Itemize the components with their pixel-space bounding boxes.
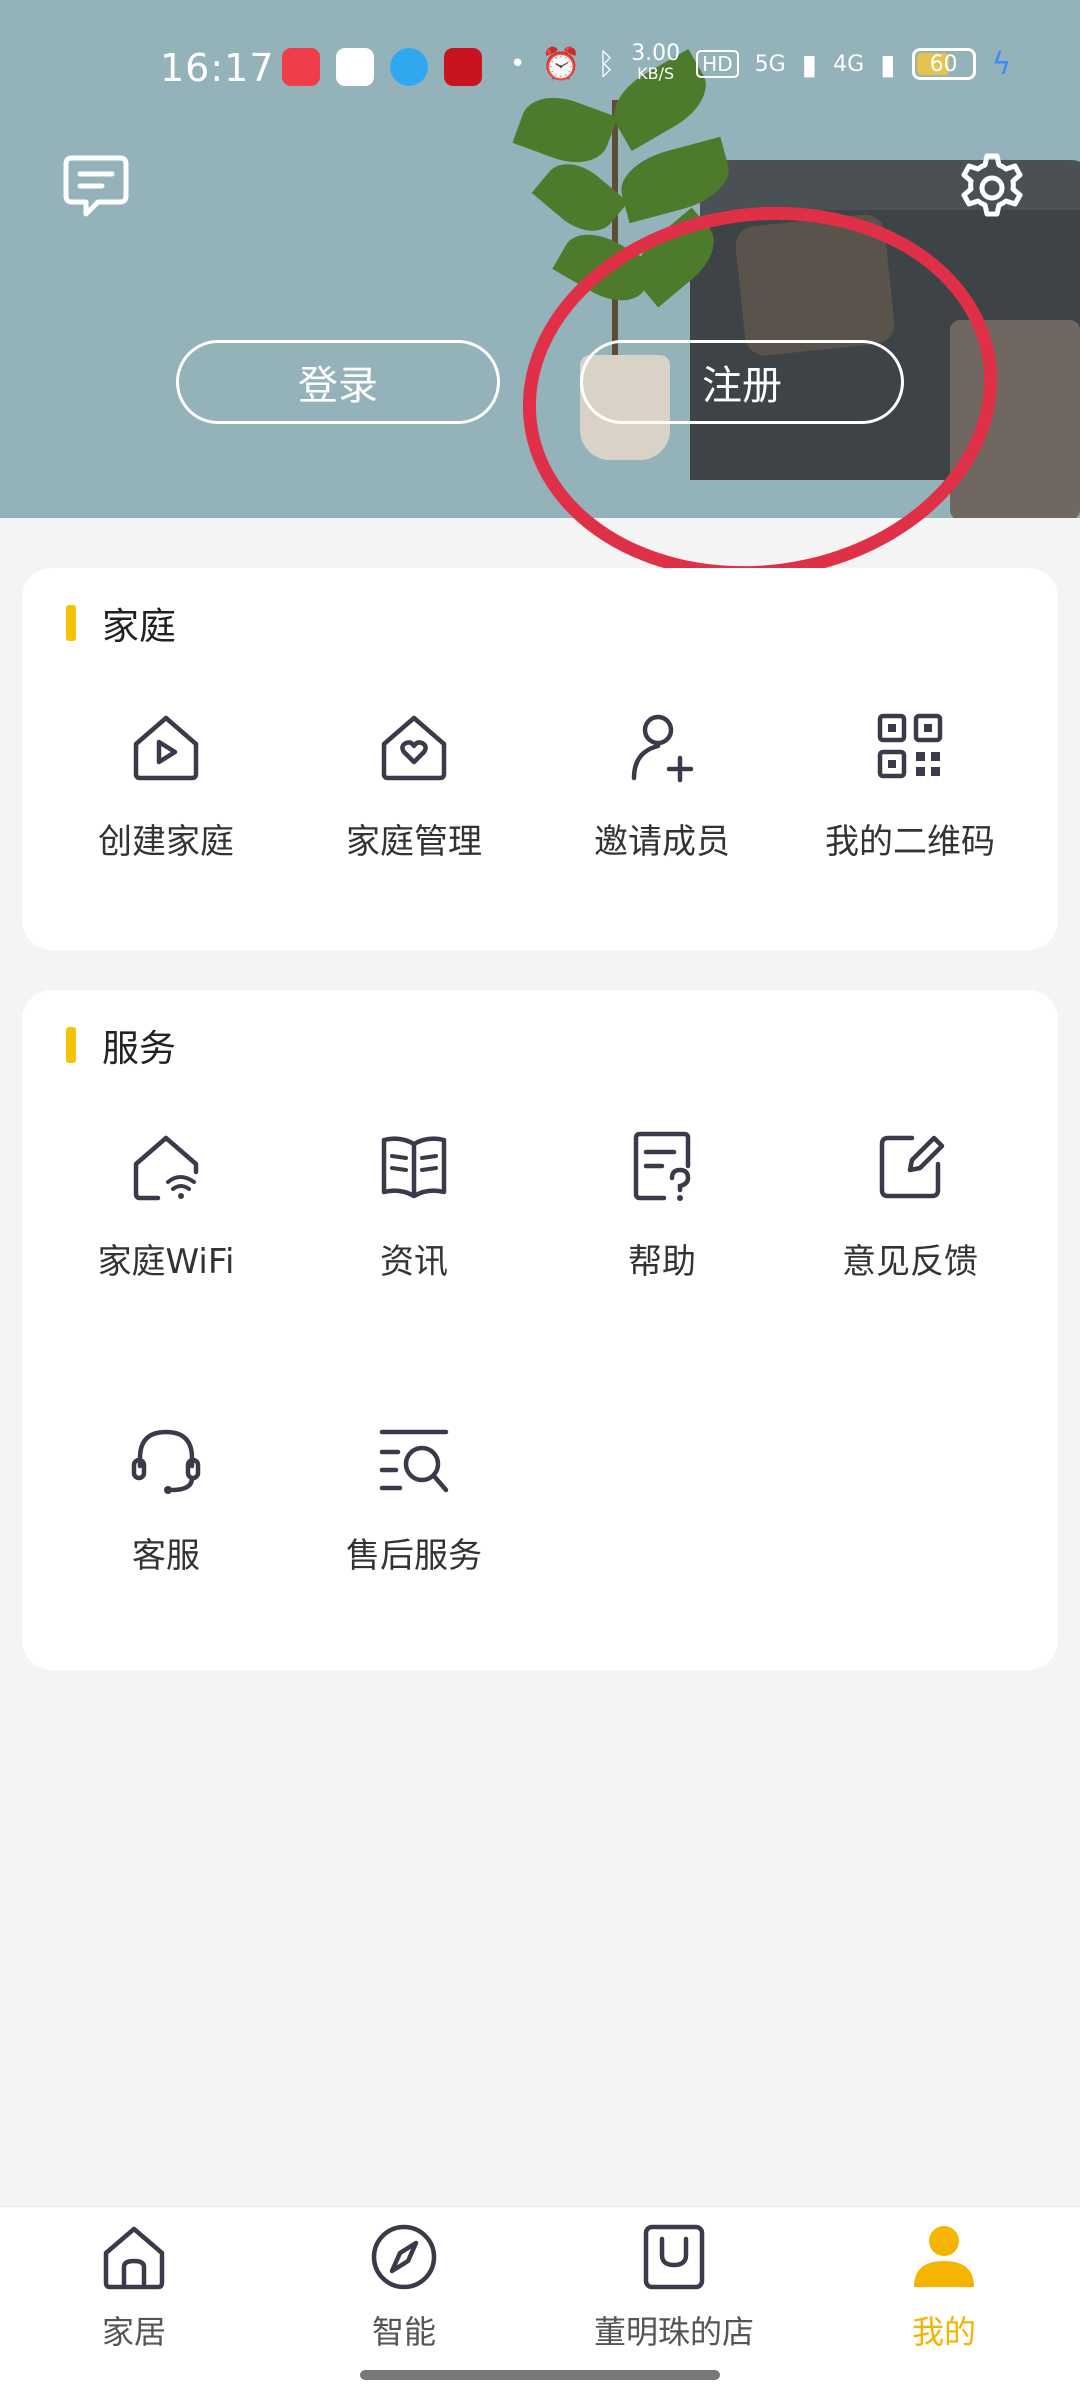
battery-level: 60: [929, 51, 958, 77]
nav-label-home: 家居: [101, 2313, 166, 2351]
my-qr-code-item[interactable]: 我的二维码: [786, 708, 1034, 863]
family-management-item[interactable]: 家庭管理: [290, 708, 538, 863]
blanket-illustration: [950, 320, 1080, 518]
family-management-label: 家庭管理: [346, 822, 482, 862]
nav-item-mine[interactable]: 我的: [824, 2221, 1064, 2353]
nav-item-home[interactable]: 家居: [14, 2221, 254, 2353]
charging-icon: ϟ: [991, 46, 1012, 82]
news-label: 资讯: [380, 1242, 448, 1282]
customer-service-label: 客服: [132, 1536, 200, 1576]
house-play-icon: [133, 715, 199, 781]
service-card: 服务 家庭WiFi 资讯 帮助 意见反馈 客服 售后服务: [22, 990, 1058, 1670]
section-accent-bar: [66, 1027, 76, 1063]
feedback-item[interactable]: 意见反馈: [786, 1128, 1034, 1283]
create-family-label: 创建家庭: [98, 822, 234, 862]
video-app-icon: [282, 48, 320, 86]
bluetooth-icon: ᛒ: [597, 46, 616, 82]
help-item[interactable]: 帮助: [538, 1128, 786, 1283]
speed-value: 3.00: [631, 41, 681, 66]
signal-4g-label: 4G: [833, 51, 865, 77]
nav-item-shop[interactable]: 董明珠的店: [554, 2221, 794, 2353]
register-button[interactable]: 注册: [580, 340, 904, 424]
home-icon: [103, 2226, 165, 2290]
message-icon[interactable]: [62, 152, 130, 220]
headset-icon: [131, 1429, 201, 1494]
service-section-title: 服务: [66, 1018, 176, 1072]
speed-unit: KB/S: [637, 64, 675, 83]
cushion-illustration: [733, 212, 897, 358]
help-label: 帮助: [628, 1242, 696, 1282]
plant-stem-illustration: [612, 100, 618, 360]
book-icon: [381, 1136, 447, 1199]
my-qr-code-label: 我的二维码: [825, 822, 995, 862]
signal-bars-icon: ▮: [880, 47, 896, 81]
family-section-title: 家庭: [66, 596, 176, 650]
edit-note-icon: [879, 1135, 945, 1199]
status-indicators: • ⏰ ᛒ 3.00 KB/S HD 5G ▮ 4G ▮ 60 ϟ: [510, 41, 1012, 84]
invite-member-item[interactable]: 邀请成员: [538, 708, 786, 863]
signal-5g-label: 5G: [754, 51, 786, 77]
nav-label-shop: 董明珠的店: [593, 2313, 754, 2351]
qq-icon: [390, 48, 428, 86]
house-heart-icon: [381, 715, 447, 781]
after-sales-item[interactable]: 售后服务: [290, 1422, 538, 1577]
family-card: 家庭 创建家庭 家庭管理 邀请成员 我的二维码: [22, 568, 1058, 950]
after-sales-label: 售后服务: [346, 1536, 482, 1576]
nav-item-smart[interactable]: 智能: [284, 2221, 524, 2353]
qr-code-icon: [877, 713, 943, 779]
dot-icon: •: [510, 49, 526, 79]
network-speed: 3.00 KB/S: [631, 41, 681, 84]
login-button[interactable]: 登录: [176, 340, 500, 424]
section-title-text: 家庭: [102, 605, 176, 648]
signal-bars-icon: ▮: [801, 47, 818, 81]
customer-service-item[interactable]: 客服: [42, 1422, 290, 1577]
nav-label-smart: 智能: [371, 2313, 436, 2351]
tencent-video-icon: [336, 48, 374, 86]
help-doc-icon: [633, 1131, 691, 1201]
shop-bag-icon: [643, 2224, 705, 2290]
alarm-icon: ⏰: [541, 45, 582, 83]
person-icon: [914, 2226, 974, 2287]
nav-label-mine: 我的: [911, 2313, 976, 2351]
section-title-text: 服务: [102, 1027, 176, 1070]
news-item[interactable]: 资讯: [290, 1128, 538, 1283]
compass-icon: [371, 2224, 437, 2290]
house-wifi-icon: [133, 1135, 199, 1201]
status-app-icons: [282, 48, 482, 86]
family-wifi-label: 家庭WiFi: [97, 1242, 235, 1282]
family-wifi-item[interactable]: 家庭WiFi: [42, 1128, 290, 1283]
section-accent-bar: [66, 605, 76, 641]
invite-member-label: 邀请成员: [594, 822, 730, 862]
feedback-label: 意见反馈: [842, 1242, 978, 1282]
status-time: 16:17: [160, 46, 275, 90]
person-add-icon: [631, 714, 694, 783]
settings-gear-icon[interactable]: [956, 152, 1028, 224]
status-bar: 16:17 • ⏰ ᛒ 3.00 KB/S HD 5G ▮ 4G ▮ 60 ϟ: [0, 0, 1080, 130]
list-search-icon: [379, 1429, 449, 1493]
create-family-item[interactable]: 创建家庭: [42, 708, 290, 863]
home-indicator[interactable]: [360, 2370, 720, 2380]
study-app-icon: [444, 48, 482, 86]
battery-icon: 60: [911, 48, 976, 80]
hd-badge: HD: [696, 50, 739, 78]
